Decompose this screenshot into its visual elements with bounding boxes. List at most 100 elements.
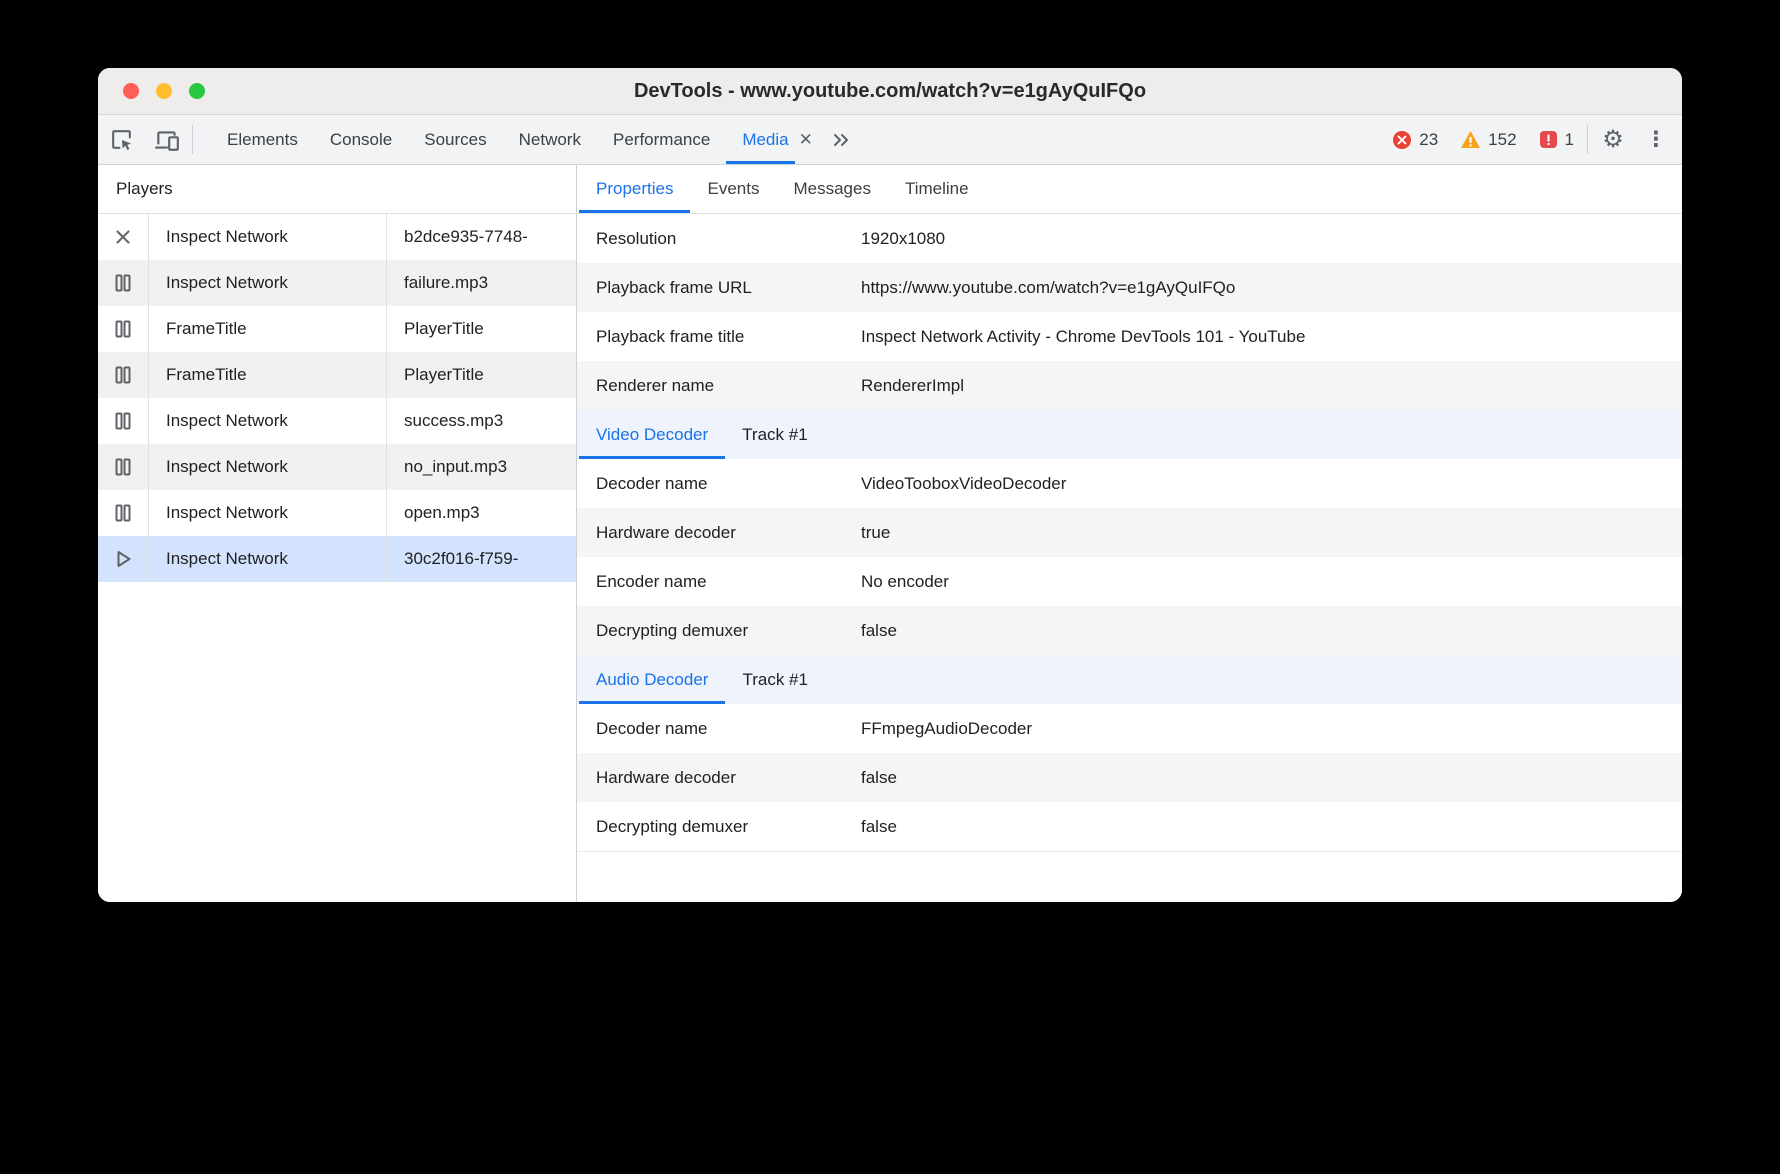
close-media-tab-icon[interactable]: ✕	[795, 115, 821, 164]
player-name: Inspect Network	[149, 536, 387, 582]
double-chevron-icon	[831, 130, 851, 150]
inspect-cursor-icon	[109, 127, 134, 152]
player-row[interactable]: Inspect Network b2dce935-7748-	[98, 214, 576, 260]
zoom-window-button[interactable]	[189, 83, 205, 99]
audio-decoder-section-header: Audio Decoder Track #1	[577, 655, 1682, 704]
video-decoder-tab[interactable]: Video Decoder	[579, 410, 725, 459]
three-dot-menu-icon: ⋮	[1646, 129, 1667, 150]
play-icon	[98, 536, 149, 582]
player-file: failure.mp3	[387, 260, 576, 306]
error-count-badge[interactable]: 23	[1381, 115, 1449, 164]
property-row: Hardware decoder true	[577, 508, 1682, 557]
property-value: true	[861, 523, 1682, 543]
property-label: Resolution	[577, 229, 861, 249]
warning-icon	[1460, 130, 1481, 150]
property-row: Renderer name RendererImpl	[577, 361, 1682, 410]
issue-count: 1	[1565, 130, 1574, 150]
player-file: PlayerTitle	[387, 352, 576, 398]
gear-icon: ⚙	[1602, 128, 1624, 152]
property-label: Decoder name	[577, 474, 861, 494]
status-cluster: 23 152	[1381, 115, 1682, 164]
media-panel-content: Players Inspect Network b2dce935-7748- I…	[98, 165, 1682, 902]
property-label: Decrypting demuxer	[577, 817, 861, 837]
tab-messages[interactable]: Messages	[776, 165, 887, 213]
player-row-selected[interactable]: Inspect Network 30c2f016-f759-	[98, 536, 576, 582]
warning-count-badge[interactable]: 152	[1449, 115, 1527, 164]
property-row: Playback frame title Inspect Network Act…	[577, 312, 1682, 361]
tab-media[interactable]: Media	[726, 115, 794, 164]
pause-icon	[98, 260, 149, 306]
property-value: No encoder	[861, 572, 1682, 592]
audio-decoder-tab[interactable]: Audio Decoder	[579, 655, 725, 704]
property-label: Renderer name	[577, 376, 861, 396]
player-name: Inspect Network	[149, 214, 387, 260]
player-details-panel: Properties Events Messages Timeline Reso…	[577, 165, 1682, 902]
property-row: Decoder name VideoTooboxVideoDecoder	[577, 459, 1682, 508]
property-row: Hardware decoder false	[577, 753, 1682, 802]
player-row[interactable]: FrameTitle PlayerTitle	[98, 352, 576, 398]
property-value: VideoTooboxVideoDecoder	[861, 474, 1682, 494]
property-label: Encoder name	[577, 572, 861, 592]
player-name: Inspect Network	[149, 444, 387, 490]
player-file: open.mp3	[387, 490, 576, 536]
video-decoder-section-header: Video Decoder Track #1	[577, 410, 1682, 459]
issue-count-badge[interactable]: 1	[1528, 115, 1585, 164]
property-value: false	[861, 817, 1682, 837]
menu-button[interactable]: ⋮	[1636, 115, 1676, 164]
warning-count: 152	[1488, 130, 1516, 150]
property-value: false	[861, 621, 1682, 641]
window-controls	[123, 68, 205, 114]
video-track-tab[interactable]: Track #1	[725, 410, 825, 459]
player-row[interactable]: Inspect Network success.mp3	[98, 398, 576, 444]
property-value: FFmpegAudioDecoder	[861, 719, 1682, 739]
audio-track-tab[interactable]: Track #1	[725, 655, 825, 704]
property-row: Decrypting demuxer false	[577, 606, 1682, 655]
pause-icon	[98, 306, 149, 352]
player-row[interactable]: FrameTitle PlayerTitle	[98, 306, 576, 352]
toolbar-divider	[192, 125, 193, 154]
player-file: no_input.mp3	[387, 444, 576, 490]
tab-sources[interactable]: Sources	[408, 115, 502, 164]
window-title: DevTools - www.youtube.com/watch?v=e1gAy…	[98, 80, 1682, 103]
settings-button[interactable]: ⚙	[1590, 115, 1636, 164]
properties-table: Resolution 1920x1080 Playback frame URL …	[577, 214, 1682, 410]
main-toolbar: Elements Console Sources Network Perform…	[98, 115, 1682, 165]
close-window-button[interactable]	[123, 83, 139, 99]
player-file: PlayerTitle	[387, 306, 576, 352]
panel-tabs: Elements Console Sources Network Perform…	[211, 115, 861, 164]
player-row[interactable]: Inspect Network open.mp3	[98, 490, 576, 536]
status-divider	[1587, 125, 1588, 154]
more-tabs-button[interactable]	[821, 115, 861, 164]
video-decoder-table: Decoder name VideoTooboxVideoDecoder Har…	[577, 459, 1682, 655]
player-row[interactable]: Inspect Network no_input.mp3	[98, 444, 576, 490]
minimize-window-button[interactable]	[156, 83, 172, 99]
property-row: Resolution 1920x1080	[577, 214, 1682, 263]
error-icon	[1392, 130, 1412, 150]
pause-icon	[98, 352, 149, 398]
close-icon	[98, 214, 149, 260]
property-label: Decoder name	[577, 719, 861, 739]
player-file: b2dce935-7748-	[387, 214, 576, 260]
titlebar: DevTools - www.youtube.com/watch?v=e1gAy…	[98, 68, 1682, 115]
issue-icon	[1539, 130, 1558, 149]
tab-performance[interactable]: Performance	[597, 115, 726, 164]
property-value: false	[861, 768, 1682, 788]
detail-tabs: Properties Events Messages Timeline	[577, 165, 1682, 214]
property-row: Playback frame URL https://www.youtube.c…	[577, 263, 1682, 312]
tab-console[interactable]: Console	[314, 115, 408, 164]
property-label: Hardware decoder	[577, 768, 861, 788]
property-label: Playback frame title	[577, 327, 861, 347]
tab-elements[interactable]: Elements	[211, 115, 314, 164]
pause-icon	[98, 490, 149, 536]
tab-timeline[interactable]: Timeline	[888, 165, 986, 213]
player-row[interactable]: Inspect Network failure.mp3	[98, 260, 576, 306]
tab-properties[interactable]: Properties	[579, 165, 690, 213]
player-file: success.mp3	[387, 398, 576, 444]
tab-network[interactable]: Network	[503, 115, 597, 164]
audio-decoder-table: Decoder name FFmpegAudioDecoder Hardware…	[577, 704, 1682, 852]
tab-events[interactable]: Events	[690, 165, 776, 213]
player-name: Inspect Network	[149, 260, 387, 306]
inspect-element-button[interactable]	[98, 115, 144, 164]
players-list: Inspect Network b2dce935-7748- Inspect N…	[98, 214, 576, 582]
device-toolbar-button[interactable]	[144, 115, 190, 164]
